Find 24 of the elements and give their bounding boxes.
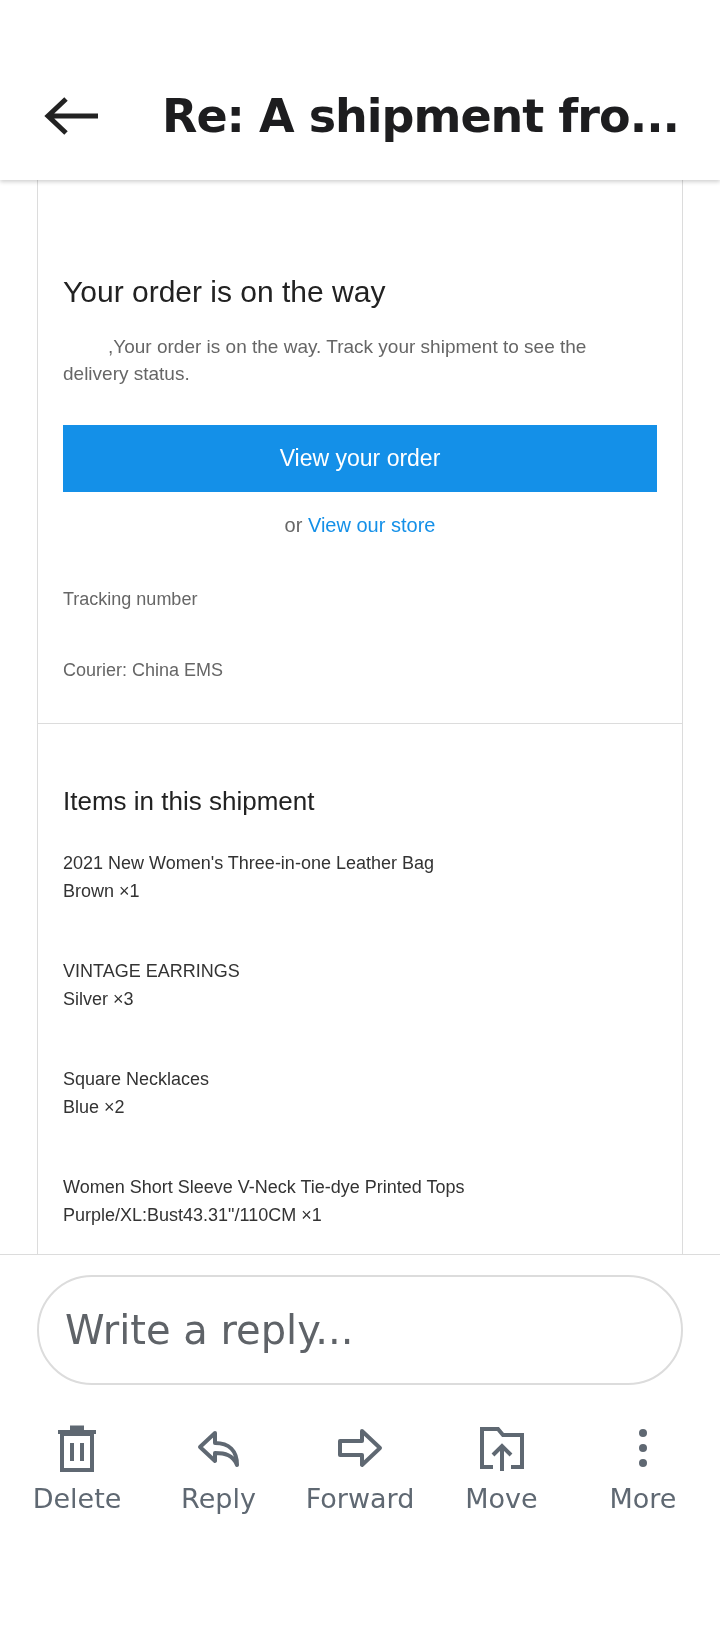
view-order-button[interactable]: View your order	[63, 425, 657, 492]
message-text: ,Your order is on the way. Track your shipment to see the delivery status.	[63, 335, 588, 386]
item-variant: Blue ×2	[63, 1096, 126, 1119]
section-heading: Your order is on the way	[63, 275, 387, 309]
section-heading: Items in this shipment	[63, 786, 316, 817]
store-link[interactable]: View our store	[307, 514, 436, 536]
item-name: VINTAGE EARRINGS	[63, 960, 241, 983]
forward-button[interactable]: Forward	[290, 1423, 430, 1514]
more-button[interactable]: More	[573, 1423, 713, 1514]
courier-text: Courier: China EMS	[63, 660, 225, 681]
alt-text: or	[284, 514, 303, 536]
item-variant: Silver ×3	[63, 988, 135, 1011]
item-variant: Purple/XL:Bust43.31"/110CM ×1	[63, 1204, 323, 1227]
item-name: 2021 New Women's Three-in-one Leather Bag	[63, 852, 435, 875]
move-button[interactable]: Move	[431, 1423, 572, 1514]
tracking-label: Tracking number	[63, 589, 199, 610]
reply-button[interactable]: Reply	[148, 1423, 289, 1514]
reply-field[interactable]: Write a reply...	[37, 1275, 683, 1385]
delete-button[interactable]: Delete	[7, 1423, 147, 1514]
item-variant: Brown ×1	[63, 880, 141, 903]
item-name: Women Short Sleeve V-Neck Tie-dye Printed Tops	[63, 1176, 466, 1199]
email-subject: Re: A shipment fro...	[162, 89, 680, 143]
more-icon	[638, 1428, 648, 1468]
item-name: Square Necklaces	[63, 1068, 211, 1091]
